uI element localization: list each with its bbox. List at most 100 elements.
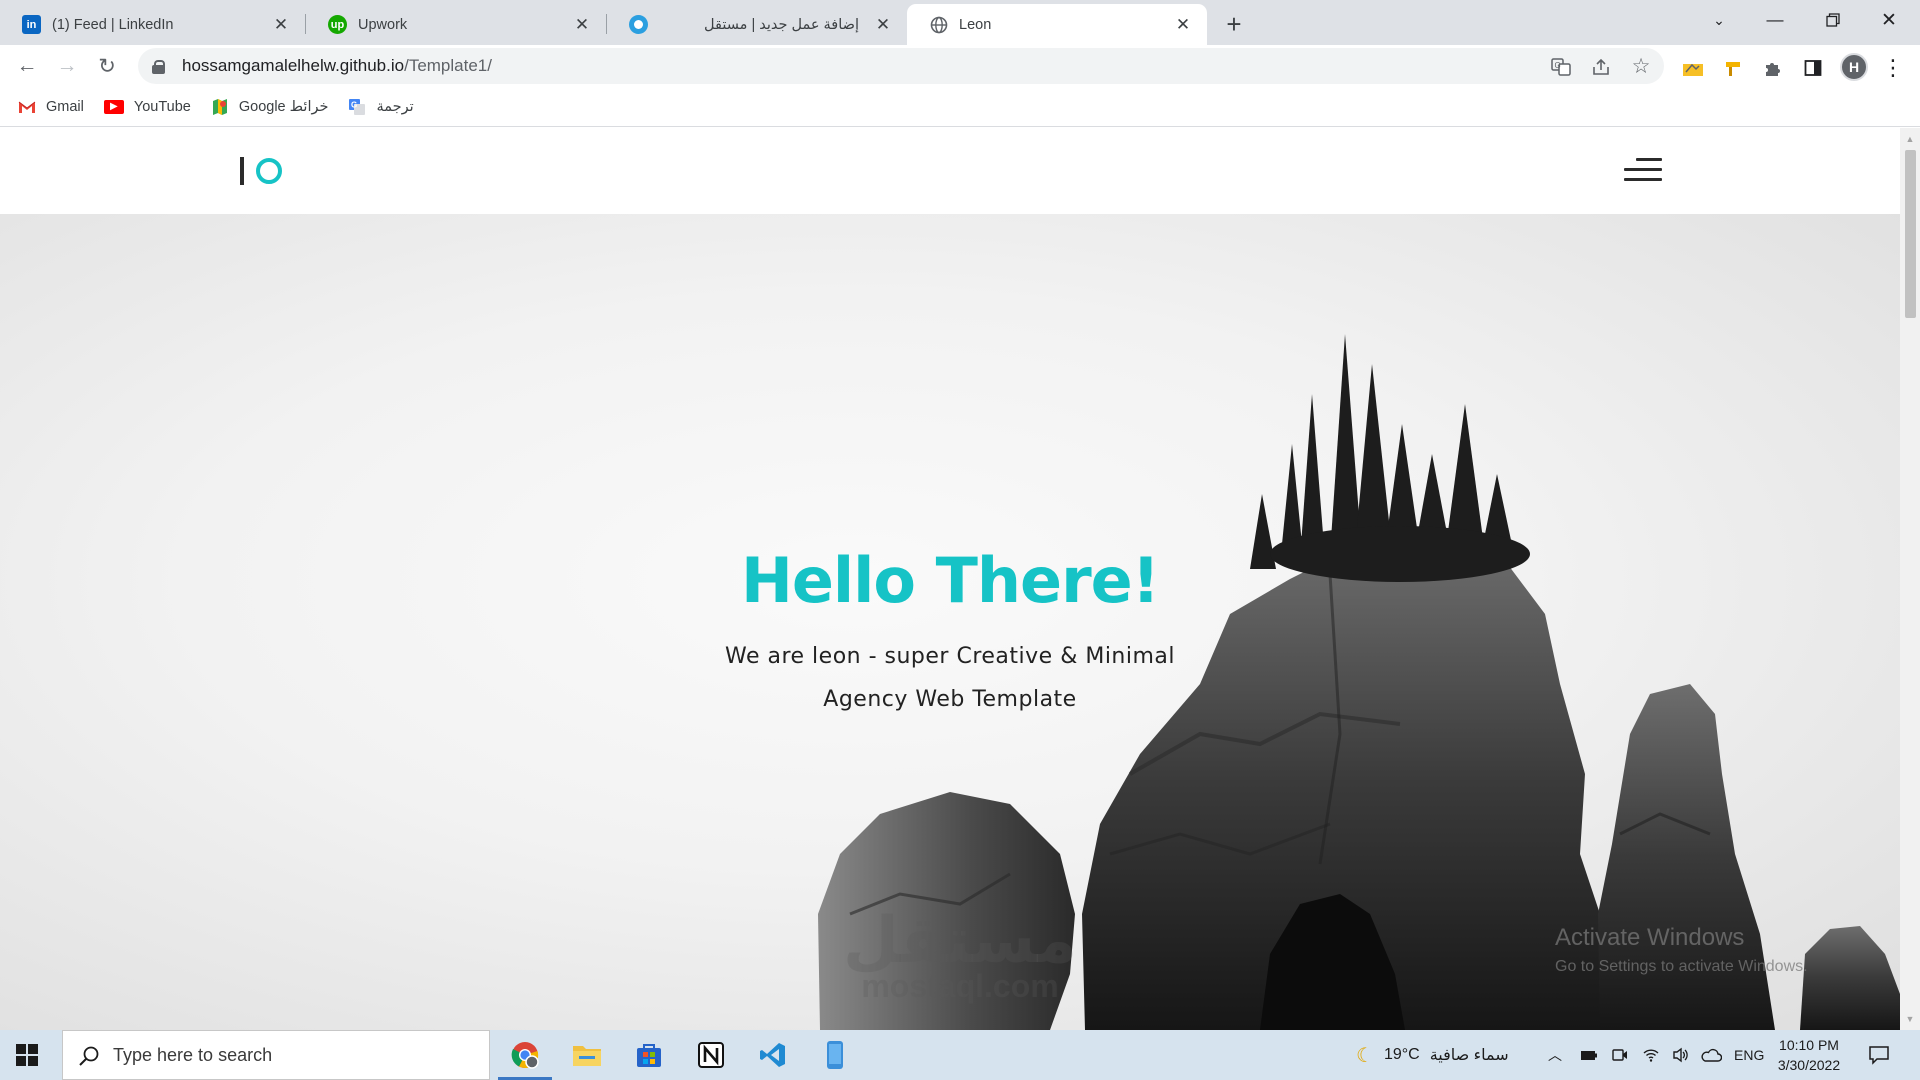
- lock-icon[interactable]: [152, 59, 165, 74]
- input-language-indicator[interactable]: ENG: [1734, 1030, 1764, 1080]
- tab-upwork[interactable]: up Upwork ✕: [306, 4, 606, 45]
- google-maps-icon: [211, 98, 229, 115]
- bookmark-label: ترجمة: [376, 98, 414, 115]
- url-host: hossamgamalelhelw.github.io: [182, 56, 405, 75]
- page-scrollbar[interactable]: ▲ ▼: [1900, 128, 1920, 1030]
- system-clock[interactable]: 10:10 PM 3/30/2022: [1762, 1035, 1856, 1075]
- watermark-arabic: مستقل: [842, 904, 1078, 978]
- vscode-icon: [760, 1043, 785, 1067]
- profile-avatar[interactable]: H: [1840, 53, 1868, 81]
- tab-linkedin[interactable]: in (1) Feed | LinkedIn ✕: [0, 4, 305, 45]
- close-icon[interactable]: ✕: [873, 15, 893, 35]
- site-header: [0, 128, 1900, 214]
- linkedin-icon: in: [22, 15, 41, 34]
- address-bar[interactable]: hossamgamalelhelw.github.io/Template1/: [138, 48, 1664, 84]
- taskbar-notion[interactable]: [680, 1030, 742, 1080]
- weather-widget[interactable]: ☾ 19°C سماء صافية: [1356, 1030, 1509, 1080]
- close-icon[interactable]: ✕: [271, 15, 291, 35]
- activate-windows-subtitle: Go to Settings to activate Windows.: [1555, 958, 1808, 975]
- tab-search-chevron-icon[interactable]: ⌄: [1696, 0, 1742, 40]
- mostaql-icon: [629, 15, 648, 34]
- hero-subtitle-line-2: Agency Web Template: [823, 687, 1077, 712]
- notion-icon: [698, 1042, 724, 1068]
- windows-start-icon[interactable]: [16, 1044, 38, 1066]
- activate-windows-title: Activate Windows: [1555, 924, 1745, 951]
- bookmark-label: YouTube: [133, 98, 191, 115]
- bookmark-youtube[interactable]: ▶ YouTube: [103, 98, 191, 115]
- close-icon[interactable]: ✕: [1173, 15, 1193, 35]
- bookmark-label: Google خرائط: [238, 98, 329, 115]
- watermark-domain: mostaql.com: [861, 968, 1059, 1004]
- share-icon[interactable]: [1588, 54, 1614, 80]
- page-viewport: Hello There! We are leon - super Creativ…: [0, 128, 1900, 1030]
- search-icon: [79, 1046, 99, 1066]
- bookmark-translate[interactable]: G ترجمة: [348, 98, 414, 115]
- store-icon: [637, 1044, 661, 1067]
- notifications-icon[interactable]: [1868, 1030, 1890, 1080]
- clock-date: 3/30/2022: [1777, 1057, 1841, 1073]
- scrollbar-thumb[interactable]: [1905, 150, 1916, 318]
- translate-icon[interactable]: G: [1548, 54, 1574, 80]
- globe-icon: [929, 15, 948, 34]
- close-icon[interactable]: ✕: [572, 15, 592, 35]
- taskbar-microsoft-store[interactable]: [618, 1030, 680, 1080]
- bookmark-star-icon[interactable]: ☆: [1628, 53, 1654, 79]
- back-arrow-icon[interactable]: ←: [12, 51, 42, 81]
- close-window-button[interactable]: ✕: [1866, 0, 1912, 40]
- activate-windows-notice: Activate Windows Go to Settings to activ…: [1555, 924, 1808, 976]
- bookmark-google-maps[interactable]: Google خرائط: [211, 98, 329, 115]
- new-tab-button[interactable]: +: [1218, 8, 1250, 40]
- battery-icon[interactable]: [1580, 1030, 1598, 1080]
- logo-bar: [240, 157, 244, 185]
- extensions-puzzle-icon[interactable]: [1760, 55, 1786, 81]
- tab-leon[interactable]: Leon ✕: [907, 4, 1207, 45]
- show-hidden-icons-chevron-icon[interactable]: ︿: [1548, 1030, 1562, 1080]
- svg-text:G: G: [351, 100, 357, 109]
- onedrive-cloud-icon[interactable]: [1700, 1030, 1722, 1080]
- extension-paint-icon[interactable]: [1680, 55, 1706, 81]
- tab-strip: in (1) Feed | LinkedIn ✕ up Upwork ✕ إضا…: [0, 0, 1920, 45]
- forward-arrow-icon[interactable]: →: [52, 51, 82, 81]
- hero-text-block: Hello There! We are leon - super Creativ…: [700, 544, 1200, 721]
- search-placeholder: Type here to search: [113, 1044, 273, 1065]
- svg-text:G: G: [1555, 61, 1561, 70]
- mostaql-watermark: مستقل mostaql.com: [840, 904, 1080, 1005]
- upwork-icon: up: [328, 15, 347, 34]
- taskbar-vscode[interactable]: [742, 1030, 804, 1080]
- windows-taskbar: Type here to search ☾ 19°C سماء صافية ︿: [0, 1030, 1920, 1080]
- tab-title: إضافة عمل جديد | مستقل: [704, 16, 859, 33]
- restore-button[interactable]: [1810, 0, 1856, 40]
- site-logo[interactable]: [240, 155, 282, 187]
- bookmark-label: Gmail: [46, 98, 84, 115]
- phone-icon: [827, 1041, 843, 1069]
- tab-mostaql[interactable]: إضافة عمل جديد | مستقل ✕: [607, 4, 907, 45]
- folder-icon: [573, 1046, 601, 1066]
- taskbar-file-explorer[interactable]: [556, 1030, 618, 1080]
- volume-icon[interactable]: [1672, 1030, 1690, 1080]
- scroll-down-arrow-icon[interactable]: ▼: [1905, 1014, 1915, 1024]
- scroll-up-arrow-icon[interactable]: ▲: [1905, 134, 1915, 144]
- meet-now-icon[interactable]: [1612, 1030, 1628, 1080]
- menu-kebab-icon[interactable]: ⋮: [1880, 55, 1906, 81]
- logo-ring: [256, 158, 282, 184]
- minimize-button[interactable]: —: [1752, 0, 1798, 40]
- hamburger-menu-icon[interactable]: [1624, 158, 1662, 182]
- bookmarks-bar: Gmail ▶ YouTube Google خرائط G ترجمة: [0, 87, 1920, 127]
- wifi-icon[interactable]: [1642, 1030, 1660, 1080]
- browser-toolbar: ← → ↻ hossamgamalelhelw.github.io/Templa…: [0, 45, 1920, 87]
- moon-icon: ☾: [1356, 1044, 1374, 1067]
- weather-description: سماء صافية: [1429, 1047, 1509, 1064]
- chrome-icon: [511, 1042, 539, 1069]
- taskbar-search-box[interactable]: Type here to search: [62, 1030, 490, 1080]
- hero-section: Hello There! We are leon - super Creativ…: [0, 214, 1900, 1030]
- extension-sign-icon[interactable]: [1720, 55, 1746, 81]
- reload-icon[interactable]: ↻: [92, 51, 122, 81]
- bookmark-gmail[interactable]: Gmail: [18, 99, 84, 115]
- hero-title: Hello There!: [740, 544, 1160, 617]
- taskbar-chrome[interactable]: [494, 1030, 556, 1080]
- tab-title: Leon: [959, 16, 992, 33]
- side-panel-icon[interactable]: [1800, 55, 1826, 81]
- taskbar-phone-app[interactable]: [804, 1030, 866, 1080]
- clock-time: 10:10 PM: [1779, 1037, 1839, 1053]
- hero-subtitle: We are leon - super Creative & Minimal A…: [700, 635, 1200, 721]
